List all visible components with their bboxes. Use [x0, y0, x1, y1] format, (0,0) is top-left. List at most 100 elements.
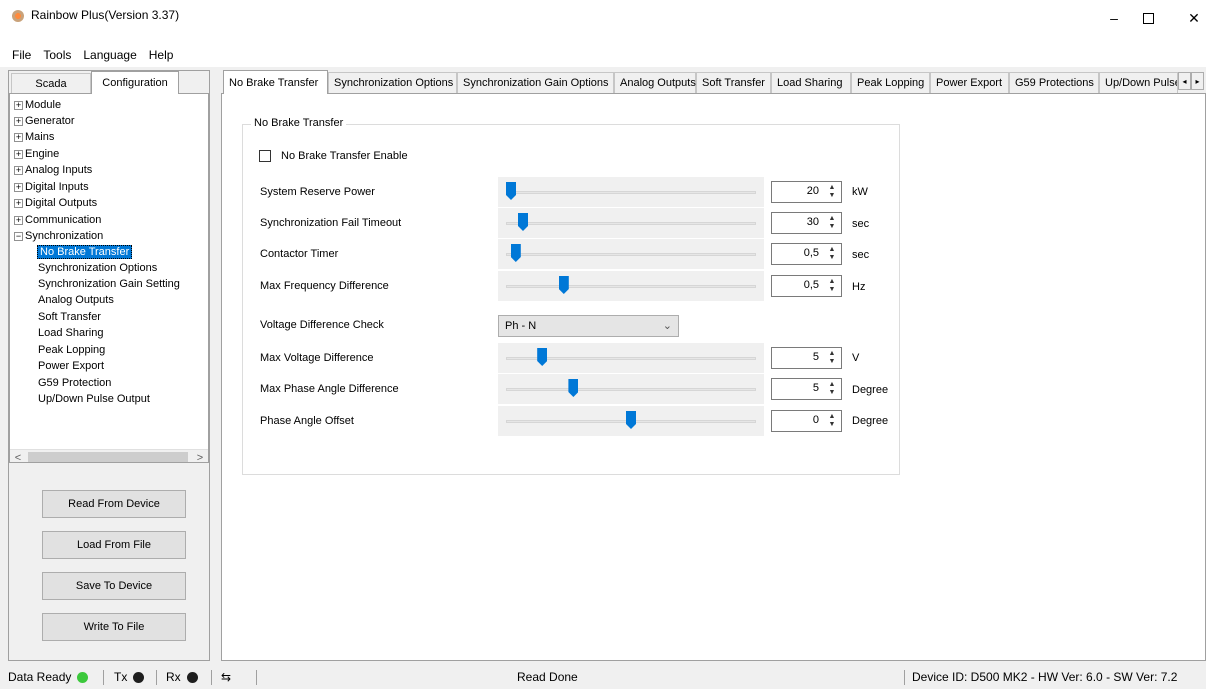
tree-item-g59-protection[interactable]: G59 Protection: [38, 375, 111, 391]
expand-icon[interactable]: +: [14, 100, 23, 110]
tab-g59-protections[interactable]: G59 Protections: [1009, 72, 1099, 93]
spin-buttons[interactable]: ▲ ▼: [825, 184, 839, 200]
tree-item-module[interactable]: + Module: [14, 97, 61, 113]
slider-thumb[interactable]: [626, 411, 636, 429]
voltage-difference-check-select[interactable]: Ph - N ⌄: [498, 315, 679, 337]
rx-indicator: Rx: [166, 670, 198, 684]
menu-file[interactable]: File: [6, 48, 37, 62]
no-brake-transfer-group: No Brake Transfer No Brake Transfer Enab…: [242, 117, 900, 475]
expand-icon[interactable]: +: [14, 132, 23, 142]
menu-help[interactable]: Help: [143, 48, 180, 62]
phase-angle-offset-unit: Degree: [852, 415, 889, 427]
spin-buttons[interactable]: ▲ ▼: [825, 215, 839, 231]
tree-item-analog-inputs[interactable]: + Analog Inputs: [14, 162, 92, 178]
tree-item-power-export[interactable]: Power Export: [38, 358, 104, 374]
tab-configuration[interactable]: Configuration: [91, 71, 179, 94]
max-voltage-difference-label: Max Voltage Difference: [260, 352, 374, 364]
spin-buttons[interactable]: ▲ ▼: [825, 278, 839, 294]
tree-horizontal-scrollbar[interactable]: < >: [10, 449, 208, 462]
slider-thumb[interactable]: [510, 244, 521, 262]
tree-item-generator[interactable]: + Generator: [14, 113, 75, 129]
tree-item-soft-transfer[interactable]: Soft Transfer: [38, 309, 101, 325]
max-phase-angle-difference-input[interactable]: 5 ▲ ▼: [771, 378, 842, 400]
device-info: Device ID: D500 MK2 - HW Ver: 6.0 - SW V…: [912, 670, 1178, 684]
tree-item-communication[interactable]: + Communication: [14, 212, 101, 228]
tab-soft-transfer[interactable]: Soft Transfer: [696, 72, 771, 93]
tab-synchronization-gain-options[interactable]: Synchronization Gain Options: [457, 72, 614, 93]
tab-scroll-right-icon[interactable]: ▸: [1191, 72, 1204, 90]
close-button[interactable]: ✕: [1171, 3, 1206, 33]
menu-language[interactable]: Language: [77, 48, 142, 62]
spin-buttons[interactable]: ▲ ▼: [825, 381, 839, 397]
expand-icon[interactable]: +: [14, 182, 23, 192]
expand-icon[interactable]: +: [14, 149, 23, 159]
tab-scada[interactable]: Scada: [11, 73, 91, 93]
expand-icon[interactable]: +: [14, 198, 23, 208]
scroll-right-icon[interactable]: >: [192, 450, 208, 462]
collapse-icon[interactable]: −: [14, 231, 23, 241]
expand-icon[interactable]: +: [14, 116, 23, 126]
tree-item-analog-outputs[interactable]: Analog Outputs: [38, 292, 114, 308]
tab-scroll-left-icon[interactable]: ◂: [1178, 72, 1191, 90]
maximize-button[interactable]: [1125, 3, 1171, 33]
tree-item-synchronization-options[interactable]: Synchronization Options: [38, 260, 157, 276]
tree-item-up-down-pulse-output[interactable]: Up/Down Pulse Output: [38, 391, 150, 407]
max-frequency-difference-slider[interactable]: [498, 271, 764, 301]
checkbox-box[interactable]: [259, 150, 271, 162]
max-phase-angle-difference-slider[interactable]: [498, 374, 764, 404]
tab-peak-lopping[interactable]: Peak Lopping: [851, 72, 930, 93]
scrollbar-thumb[interactable]: [28, 452, 188, 462]
tree-item-digital-inputs[interactable]: + Digital Inputs: [14, 179, 89, 195]
no-brake-transfer-enable-checkbox[interactable]: No Brake Transfer Enable: [259, 150, 408, 162]
system-reserve-power-input[interactable]: 20 ▲ ▼: [771, 181, 842, 203]
read-from-device-button[interactable]: Read From Device: [42, 490, 186, 518]
expand-icon[interactable]: +: [14, 215, 23, 225]
left-tab-strip: Scada Configuration: [9, 71, 209, 94]
max-voltage-difference-slider[interactable]: [498, 343, 764, 373]
menu-tools[interactable]: Tools: [37, 48, 77, 62]
tab-synchronization-options[interactable]: Synchronization Options: [328, 72, 457, 93]
max-frequency-difference-input[interactable]: 0,5 ▲ ▼: [771, 275, 842, 297]
write-to-file-button[interactable]: Write To File: [42, 613, 186, 641]
max-voltage-difference-unit: V: [852, 352, 860, 364]
load-from-file-button[interactable]: Load From File: [42, 531, 186, 559]
tree-item-synchronization-gain-setting[interactable]: Synchronization Gain Setting: [38, 276, 180, 292]
tab-up-down-pulse[interactable]: Up/Down Pulse: [1099, 72, 1178, 93]
tree-item-no-brake-transfer[interactable]: No Brake Transfer: [37, 244, 133, 260]
slider-thumb[interactable]: [518, 213, 528, 231]
contactor-timer-input[interactable]: 0,5 ▲ ▼: [771, 243, 842, 265]
tree-item-synchronization[interactable]: − Synchronization: [14, 228, 103, 244]
tree-item-engine[interactable]: + Engine: [14, 146, 59, 162]
phase-angle-offset-input[interactable]: 0 ▲ ▼: [771, 410, 842, 432]
contactor-timer-slider[interactable]: [498, 239, 764, 269]
sync-fail-timeout-slider[interactable]: [498, 208, 764, 238]
tree-item-digital-outputs[interactable]: + Digital Outputs: [14, 195, 97, 211]
tree-item-peak-lopping[interactable]: Peak Lopping: [38, 342, 105, 358]
tree-item-load-sharing[interactable]: Load Sharing: [38, 325, 103, 341]
spin-buttons[interactable]: ▲ ▼: [825, 413, 839, 429]
spin-buttons[interactable]: ▲ ▼: [825, 246, 839, 262]
tab-load-sharing[interactable]: Load Sharing: [771, 72, 851, 93]
scroll-left-icon[interactable]: <: [10, 450, 26, 462]
tab-analog-outputs[interactable]: Analog Outputs: [614, 72, 696, 93]
slider-thumb[interactable]: [537, 348, 548, 366]
slider-thumb[interactable]: [568, 379, 579, 397]
tree-item-mains[interactable]: + Mains: [14, 129, 54, 145]
spin-buttons[interactable]: ▲ ▼: [825, 350, 839, 366]
config-tab-strip: No Brake Transfer Synchronization Option…: [221, 70, 1206, 94]
tab-power-export[interactable]: Power Export: [930, 72, 1009, 93]
sync-fail-timeout-input[interactable]: 30 ▲ ▼: [771, 212, 842, 234]
system-reserve-power-label: System Reserve Power: [260, 186, 375, 198]
save-to-device-button[interactable]: Save To Device: [42, 572, 186, 600]
phase-angle-offset-slider[interactable]: [498, 406, 764, 436]
max-phase-angle-difference-label: Max Phase Angle Difference: [260, 383, 399, 395]
contactor-timer-label: Contactor Timer: [260, 248, 339, 260]
system-reserve-power-slider[interactable]: [498, 177, 764, 207]
maximize-icon: [1142, 12, 1154, 24]
expand-icon[interactable]: +: [14, 165, 23, 175]
tab-no-brake-transfer[interactable]: No Brake Transfer: [223, 70, 328, 94]
max-voltage-difference-input[interactable]: 5 ▲ ▼: [771, 347, 842, 369]
slider-thumb[interactable]: [558, 276, 569, 294]
slider-thumb[interactable]: [506, 182, 516, 200]
panel-splitter[interactable]: [214, 70, 217, 661]
